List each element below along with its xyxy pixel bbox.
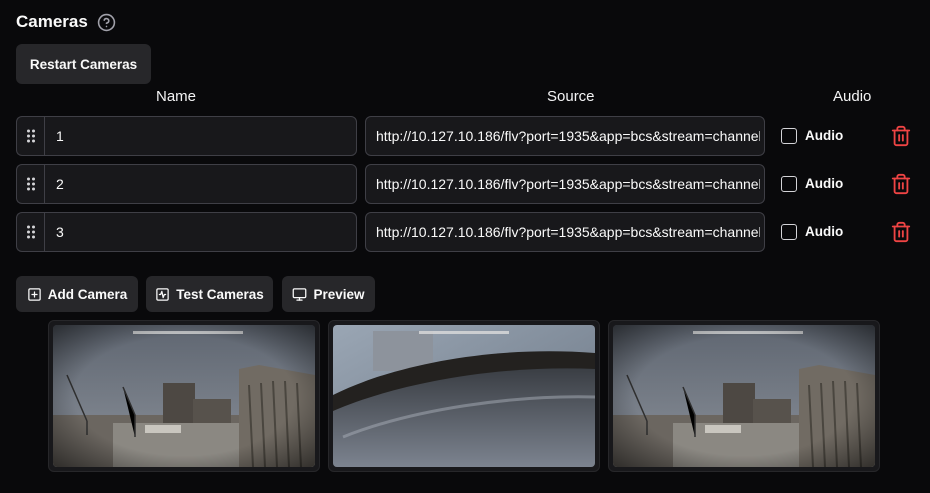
camera-source-input[interactable] — [365, 116, 765, 156]
add-camera-label: Add Camera — [47, 286, 128, 302]
restart-cameras-label: Restart Cameras — [29, 56, 138, 72]
audio-checkbox[interactable] — [781, 176, 797, 192]
camera-feed-image — [53, 325, 315, 467]
camera-row: Audio — [16, 212, 916, 252]
test-cameras-button[interactable]: Test Cameras — [146, 276, 273, 312]
camera-preview[interactable] — [48, 320, 320, 472]
drag-handle-icon[interactable] — [16, 164, 45, 204]
camera-name-input[interactable] — [44, 164, 357, 204]
plus-square-icon — [27, 287, 41, 301]
monitor-icon — [293, 287, 307, 301]
camera-feed-image — [333, 325, 595, 467]
restart-cameras-button[interactable]: Restart Cameras — [16, 44, 151, 84]
audio-checkbox-label: Audio — [805, 128, 844, 143]
preview-button[interactable]: Preview — [282, 276, 375, 312]
add-camera-button[interactable]: Add Camera — [16, 276, 138, 312]
audio-checkbox[interactable] — [781, 224, 797, 240]
column-header-source: Source — [547, 88, 595, 105]
column-header-audio: Audio — [833, 88, 872, 105]
camera-name-input[interactable] — [44, 116, 357, 156]
trash-icon[interactable] — [890, 221, 912, 243]
page-header: Cameras — [16, 12, 116, 32]
drag-handle-icon[interactable] — [16, 116, 45, 156]
column-header-name: Name — [156, 88, 197, 105]
audio-checkbox-label: Audio — [805, 224, 844, 239]
camera-source-input[interactable] — [365, 164, 765, 204]
camera-source-input[interactable] — [365, 212, 765, 252]
camera-preview[interactable] — [608, 320, 880, 472]
page-title: Cameras — [16, 12, 88, 31]
activity-square-icon — [156, 287, 169, 301]
drag-handle-icon[interactable] — [16, 212, 45, 252]
preview-label: Preview — [313, 286, 365, 302]
question-circle-icon[interactable] — [97, 13, 116, 32]
trash-icon[interactable] — [890, 173, 912, 195]
camera-preview[interactable] — [328, 320, 600, 472]
test-cameras-label: Test Cameras — [176, 286, 264, 302]
camera-feed-image — [613, 325, 875, 467]
camera-row: Audio — [16, 116, 916, 156]
trash-icon[interactable] — [890, 125, 912, 147]
audio-checkbox[interactable] — [781, 128, 797, 144]
camera-name-input[interactable] — [44, 212, 357, 252]
camera-row: Audio — [16, 164, 916, 204]
audio-checkbox-label: Audio — [805, 176, 844, 191]
